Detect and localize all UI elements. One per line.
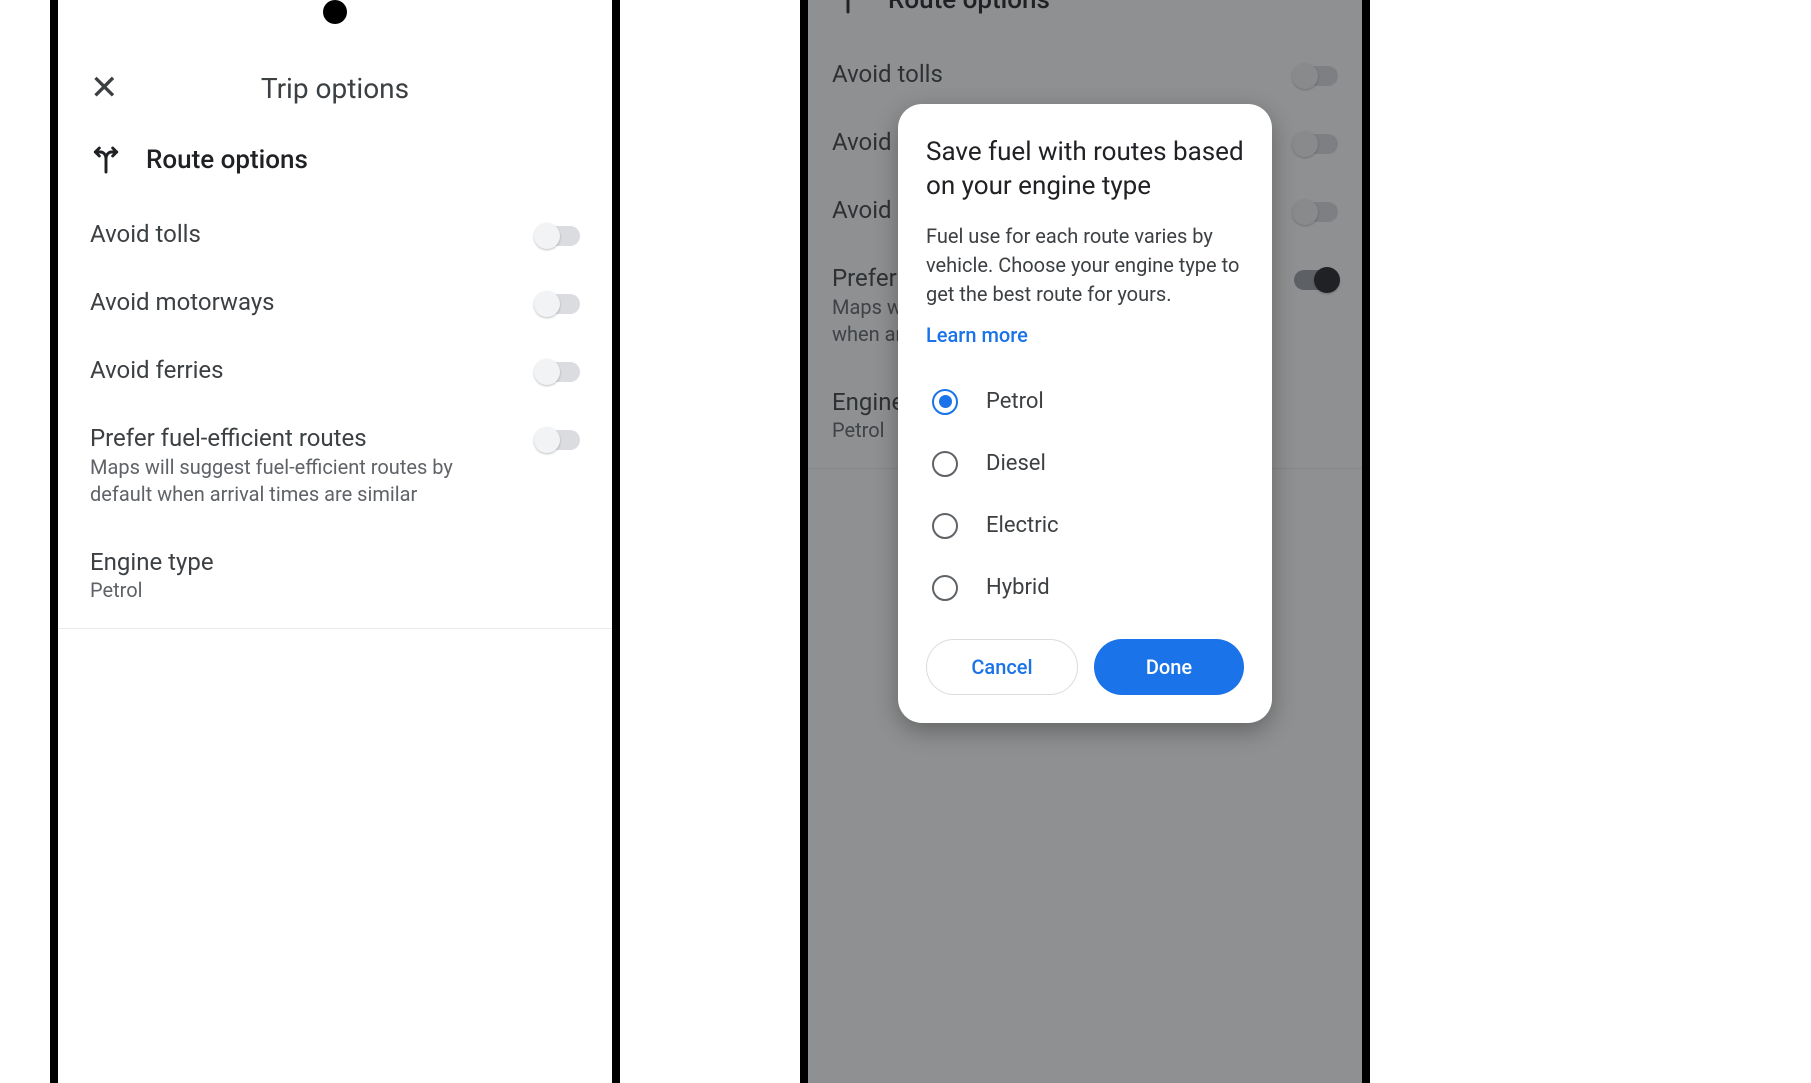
learn-more-link[interactable]: Learn more <box>926 323 1028 347</box>
radio-icon[interactable] <box>932 451 958 477</box>
option-label: Petrol <box>986 389 1044 414</box>
toggle-fuel-efficient[interactable] <box>536 430 580 450</box>
route-options-title: Route options <box>146 145 308 175</box>
dialog-title: Save fuel with routes based on your engi… <box>926 136 1244 204</box>
done-button[interactable]: Done <box>1094 639 1244 695</box>
row-avoid-tolls[interactable]: Avoid tolls <box>90 200 580 268</box>
row-label: Engine type <box>90 548 580 576</box>
option-electric[interactable]: Electric <box>926 495 1244 557</box>
row-label: Prefer fuel-efficient routes <box>90 424 512 452</box>
route-split-icon <box>90 144 122 176</box>
section-divider <box>58 628 612 629</box>
row-label: Avoid motorways <box>90 288 512 316</box>
dialog-body: Fuel use for each route varies by vehicl… <box>926 222 1244 309</box>
toggle-avoid-tolls[interactable] <box>536 226 580 246</box>
option-hybrid[interactable]: Hybrid <box>926 557 1244 619</box>
cancel-button[interactable]: Cancel <box>926 639 1078 695</box>
option-diesel[interactable]: Diesel <box>926 433 1244 495</box>
row-value: Petrol <box>90 578 580 602</box>
toggle-avoid-motorways[interactable] <box>536 294 580 314</box>
option-petrol[interactable]: Petrol <box>926 371 1244 433</box>
row-fuel-efficient[interactable]: Prefer fuel-efficient routes Maps will s… <box>90 404 580 528</box>
toggle-avoid-ferries[interactable] <box>536 362 580 382</box>
row-avoid-ferries[interactable]: Avoid ferries <box>90 336 580 404</box>
screen1-header: ✕ Trip options <box>90 40 580 136</box>
radio-icon[interactable] <box>932 575 958 601</box>
radio-icon[interactable] <box>932 513 958 539</box>
row-label: Avoid ferries <box>90 356 512 384</box>
row-label: Avoid tolls <box>90 220 512 248</box>
row-avoid-motorways[interactable]: Avoid motorways <box>90 268 580 336</box>
option-label: Electric <box>986 513 1059 538</box>
route-options-header: Route options <box>90 144 580 176</box>
phone-frame-2: Route options Avoid tolls Avoid motorway… <box>800 0 1370 1083</box>
engine-type-dialog: Save fuel with routes based on your engi… <box>898 104 1272 723</box>
radio-icon[interactable] <box>932 389 958 415</box>
phone-frame-1: ✕ Trip options Route options Avoid t <box>50 0 620 1083</box>
row-sublabel: Maps will suggest fuel-efficient routes … <box>90 454 512 508</box>
row-engine-type[interactable]: Engine type Petrol <box>90 528 580 628</box>
option-label: Hybrid <box>986 575 1050 600</box>
option-label: Diesel <box>986 451 1046 476</box>
page-title: Trip options <box>90 72 580 105</box>
